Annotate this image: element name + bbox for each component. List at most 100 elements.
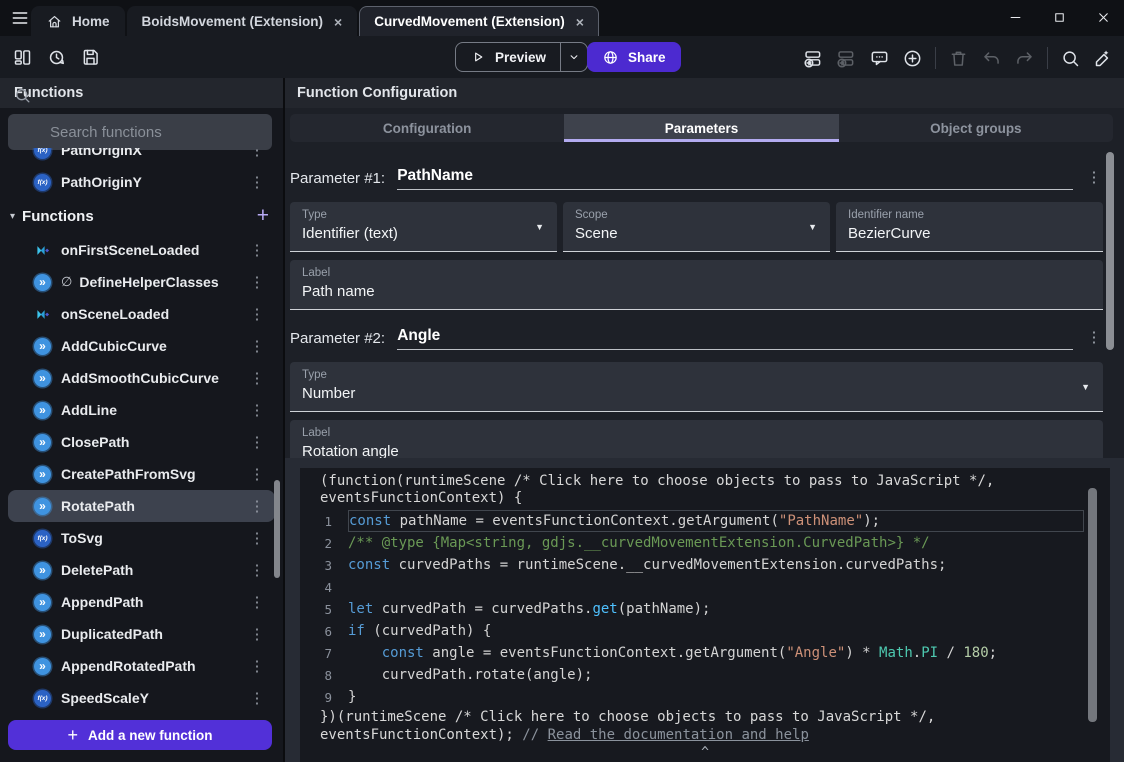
function-section-header[interactable]: ▾Functions+ bbox=[0, 198, 283, 234]
trash-icon[interactable] bbox=[948, 48, 969, 69]
close-window-button[interactable] bbox=[1088, 4, 1118, 30]
sidebar-item-addcubiccurve[interactable]: »AddCubicCurve⋮ bbox=[8, 330, 275, 362]
kebab-menu-icon[interactable]: ⋮ bbox=[249, 529, 265, 547]
kebab-menu-icon[interactable]: ⋮ bbox=[249, 593, 265, 611]
kebab-menu-icon[interactable]: ⋮ bbox=[249, 433, 265, 451]
sidebar-item-rotatepath[interactable]: »RotatePath⋮ bbox=[8, 490, 275, 522]
close-tab-icon[interactable]: × bbox=[334, 14, 342, 30]
dropdown-field[interactable]: TypeIdentifier (text)▼ bbox=[290, 202, 557, 252]
sidebar-item-deletepath[interactable]: »DeletePath⋮ bbox=[8, 554, 275, 586]
code-line[interactable]: 2/** @type {Map<string, gdjs.__curvedMov… bbox=[300, 532, 1110, 554]
code-line[interactable]: 4 bbox=[300, 576, 1110, 598]
add-circle-icon[interactable] bbox=[902, 48, 923, 69]
sidebar-item-addsmoothcubiccurve[interactable]: »AddSmoothCubicCurve⋮ bbox=[8, 362, 275, 394]
kebab-menu-icon[interactable]: ⋮ bbox=[249, 369, 265, 387]
kebab-menu-icon[interactable]: ⋮ bbox=[1085, 328, 1103, 350]
kebab-menu-icon[interactable]: ⋮ bbox=[249, 305, 265, 323]
text-field[interactable]: LabelRotation angle bbox=[290, 420, 1103, 458]
kebab-menu-icon[interactable]: ⋮ bbox=[249, 625, 265, 643]
tab-curvedmovement-extension-[interactable]: CurvedMovement (Extension)× bbox=[359, 6, 599, 36]
sidebar-item-closepath[interactable]: »ClosePath⋮ bbox=[8, 426, 275, 458]
kebab-menu-icon[interactable]: ⋮ bbox=[249, 273, 265, 291]
sidebar-item-createpathfromsvg[interactable]: »CreatePathFromSvg⋮ bbox=[8, 458, 275, 490]
search-icon[interactable] bbox=[1060, 48, 1081, 69]
share-button[interactable]: Share bbox=[587, 42, 681, 72]
add-event-icon[interactable] bbox=[803, 48, 824, 69]
dropdown-field[interactable]: ScopeScene▼ bbox=[563, 202, 830, 252]
search-input[interactable] bbox=[8, 114, 272, 150]
tab-home[interactable]: Home bbox=[31, 6, 125, 36]
sidebar-item-pathoriginx[interactable]: f(x)PathOriginX⋮ bbox=[8, 148, 275, 166]
private-icon: ∅ bbox=[61, 274, 72, 290]
action-function-icon: » bbox=[34, 466, 51, 483]
code-line[interactable]: 3const curvedPaths = runtimeScene.__curv… bbox=[300, 554, 1110, 576]
parameter-name-field[interactable]: Angle bbox=[397, 327, 1073, 350]
sidebar-item-tosvg[interactable]: f(x)ToSvg⋮ bbox=[8, 522, 275, 554]
history-icon[interactable] bbox=[46, 47, 67, 68]
kebab-menu-icon[interactable]: ⋮ bbox=[249, 148, 265, 159]
sidebar-item-appendrotatedpath[interactable]: »AppendRotatedPath⋮ bbox=[8, 650, 275, 682]
tab-configuration[interactable]: Configuration bbox=[290, 114, 564, 142]
tab-parameters[interactable]: Parameters bbox=[564, 114, 838, 142]
code-line[interactable]: 8 curvedPath.rotate(angle); bbox=[300, 664, 1110, 686]
redo-icon[interactable] bbox=[1014, 48, 1035, 69]
code-wrapper-line[interactable]: eventsFunctionContext); // Read the docu… bbox=[300, 727, 1110, 744]
editor-layout-icon[interactable] bbox=[12, 47, 33, 68]
sidebar-item-definehelperclasses[interactable]: »∅DefineHelperClasses⋮ bbox=[8, 266, 275, 298]
documentation-link[interactable]: Read the documentation and help bbox=[548, 727, 809, 743]
code-line[interactable]: 5let curvedPath = curvedPaths.get(pathNa… bbox=[300, 598, 1110, 620]
menu-icon[interactable] bbox=[8, 8, 32, 28]
preview-dropdown-button[interactable] bbox=[561, 43, 587, 71]
kebab-menu-icon[interactable]: ⋮ bbox=[249, 241, 265, 259]
kebab-menu-icon[interactable]: ⋮ bbox=[249, 561, 265, 579]
code-wrapper-line[interactable]: (function(runtimeScene /* Click here to … bbox=[300, 473, 1110, 490]
text-field[interactable]: LabelPath name bbox=[290, 260, 1103, 310]
code-editor[interactable]: (function(runtimeScene /* Click here to … bbox=[300, 468, 1110, 762]
line-number: 3 bbox=[300, 558, 348, 573]
kebab-menu-icon[interactable]: ⋮ bbox=[249, 465, 265, 483]
caret-up-icon[interactable]: ^ bbox=[701, 745, 709, 760]
minimize-window-button[interactable] bbox=[1000, 4, 1030, 30]
code-wrapper-line[interactable]: eventsFunctionContext) { bbox=[300, 490, 1110, 507]
maximize-window-button[interactable] bbox=[1044, 4, 1074, 30]
add-comment-icon[interactable] bbox=[869, 48, 890, 69]
code-line[interactable]: 9} bbox=[300, 686, 1110, 708]
text-field[interactable]: Identifier nameBezierCurve bbox=[836, 202, 1103, 252]
preview-button-main[interactable]: Preview bbox=[456, 43, 560, 71]
parameters-scrollbar[interactable] bbox=[1106, 152, 1114, 350]
kebab-menu-icon[interactable]: ⋮ bbox=[249, 657, 265, 675]
kebab-menu-icon[interactable]: ⋮ bbox=[249, 173, 265, 191]
parameter-name-field[interactable]: PathName bbox=[397, 167, 1073, 190]
sidebar-item-speedscaley[interactable]: f(x)SpeedScaleY⋮ bbox=[8, 682, 275, 714]
sidebar-item-appendpath[interactable]: »AppendPath⋮ bbox=[8, 586, 275, 618]
sidebar-item-pathoriginy[interactable]: f(x)PathOriginY⋮ bbox=[8, 166, 275, 198]
kebab-menu-icon[interactable]: ⋮ bbox=[249, 401, 265, 419]
parameter-name-input[interactable]: Angle bbox=[397, 327, 440, 349]
sidebar-scrollbar[interactable] bbox=[274, 480, 280, 578]
parameter-name-input[interactable]: PathName bbox=[397, 167, 473, 189]
kebab-menu-icon[interactable]: ⋮ bbox=[1085, 168, 1103, 190]
sidebar-item-onfirstsceneloaded[interactable]: onFirstSceneLoaded⋮ bbox=[8, 234, 275, 266]
add-sub-event-icon[interactable] bbox=[836, 48, 857, 69]
sidebar-item-duplicatedpath[interactable]: »DuplicatedPath⋮ bbox=[8, 618, 275, 650]
code-scrollbar[interactable] bbox=[1088, 488, 1097, 722]
kebab-menu-icon[interactable]: ⋮ bbox=[249, 337, 265, 355]
sidebar-item-addline[interactable]: »AddLine⋮ bbox=[8, 394, 275, 426]
preview-button[interactable]: Preview bbox=[455, 42, 588, 72]
kebab-menu-icon[interactable]: ⋮ bbox=[249, 689, 265, 707]
magic-pen-icon[interactable] bbox=[1093, 48, 1114, 69]
dropdown-field[interactable]: TypeNumber▼ bbox=[290, 362, 1103, 412]
close-tab-icon[interactable]: × bbox=[576, 14, 584, 30]
add-function-plus-icon[interactable]: + bbox=[257, 204, 269, 228]
sidebar-item-onsceneloaded[interactable]: onSceneLoaded⋮ bbox=[8, 298, 275, 330]
code-line[interactable]: 7 const angle = eventsFunctionContext.ge… bbox=[300, 642, 1110, 664]
tab-boidsmovement-extension-[interactable]: BoidsMovement (Extension)× bbox=[127, 6, 358, 36]
save-icon[interactable] bbox=[80, 47, 101, 68]
add-function-button[interactable]: + Add a new function bbox=[8, 720, 272, 750]
code-line[interactable]: 6if (curvedPath) { bbox=[300, 620, 1110, 642]
kebab-menu-icon[interactable]: ⋮ bbox=[249, 497, 265, 515]
undo-icon[interactable] bbox=[981, 48, 1002, 69]
code-line[interactable]: 1const pathName = eventsFunctionContext.… bbox=[300, 510, 1110, 532]
tab-object-groups[interactable]: Object groups bbox=[839, 114, 1113, 142]
code-wrapper-line[interactable]: })(runtimeScene /* Click here to choose … bbox=[300, 709, 1110, 726]
